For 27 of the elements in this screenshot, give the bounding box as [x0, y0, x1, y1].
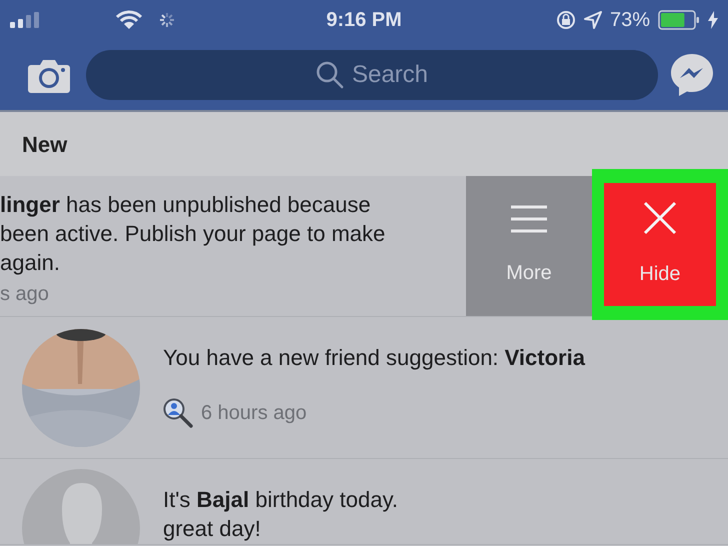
notification-time: 6 hours ago: [201, 401, 307, 426]
notification-text: been active. Publish your page to make: [0, 220, 386, 248]
charging-bolt-icon: [708, 11, 718, 29]
search-icon: [316, 61, 344, 89]
camera-icon[interactable]: [28, 57, 70, 93]
messenger-icon[interactable]: [670, 53, 714, 97]
clock-time: 9:16 PM: [325, 8, 403, 33]
more-button[interactable]: More: [466, 176, 592, 316]
notification-text: great day!: [163, 515, 262, 543]
search-field[interactable]: Search: [86, 50, 658, 100]
wifi-icon: [116, 10, 142, 30]
section-title: New: [22, 130, 68, 158]
battery-percent: 73%: [610, 8, 650, 33]
spinner-icon: [158, 11, 176, 29]
hide-button[interactable]: Hide: [604, 183, 716, 306]
rotation-lock-icon: [556, 10, 576, 30]
notification-text: It's Bajal birthday today.: [163, 486, 398, 514]
notification-time: s ago: [0, 282, 49, 306]
location-arrow-icon: [584, 11, 602, 29]
notification-text: You have a new friend suggestion: Victoria: [163, 344, 585, 372]
menu-icon: [509, 204, 549, 234]
signal-icon: [10, 12, 40, 28]
notification-text: again.: [0, 248, 60, 276]
notification-text: linger has been unpublished because: [0, 190, 371, 218]
close-icon: [643, 200, 677, 234]
friend-search-icon: [163, 398, 193, 428]
battery-icon: [658, 10, 700, 30]
